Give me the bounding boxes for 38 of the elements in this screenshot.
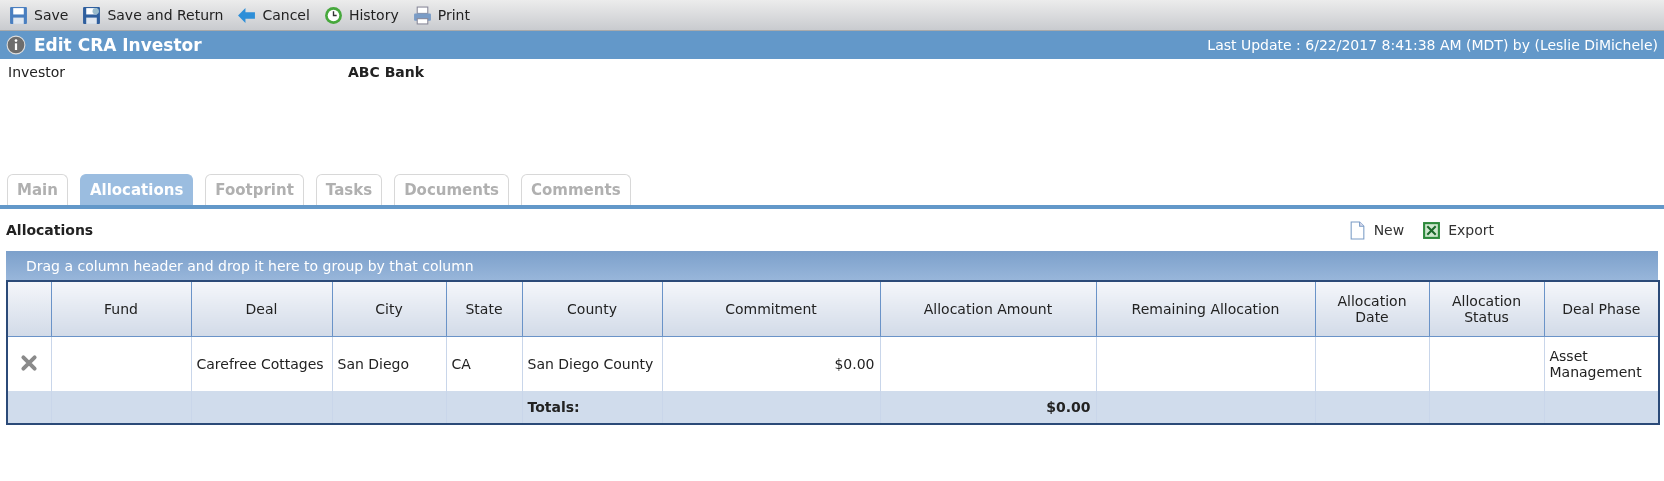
action-button[interactable]: Export [1418, 218, 1498, 242]
printer-icon [412, 5, 432, 25]
delete-icon[interactable] [20, 353, 39, 372]
clock-icon [323, 5, 343, 25]
spreadsheet-icon [1422, 220, 1442, 240]
column-header[interactable]: Remaining Allocation [1096, 281, 1315, 337]
page-title: Edit CRA Investor [34, 35, 202, 55]
table-cell: San Diego [332, 336, 446, 391]
column-header[interactable]: Commitment [662, 281, 880, 337]
total-cell: $0.00 [880, 391, 1096, 424]
toolbar-button[interactable]: History [318, 3, 404, 27]
header-cell [7, 281, 51, 337]
table-cell: Carefree Cottages [191, 336, 332, 391]
column-header[interactable]: County [522, 281, 662, 337]
field-label: Investor [8, 64, 66, 82]
action-button[interactable]: New [1343, 218, 1409, 242]
table-cell: Asset Management [1544, 336, 1659, 391]
column-header[interactable]: City [332, 281, 446, 337]
column-header[interactable]: State [446, 281, 522, 337]
info-icon [6, 35, 26, 55]
column-header[interactable]: Fund [51, 281, 191, 337]
group-hint: Drag a column header and drop it here to group by that column [26, 257, 474, 274]
section-title: Allocations [6, 222, 94, 238]
table-cell: $0.00 [662, 336, 880, 391]
column-header[interactable]: Deal [191, 281, 332, 337]
toolbar-button[interactable]: Save and Return [77, 3, 229, 27]
toolbar-button[interactable]: Cancel [232, 3, 315, 27]
total-cell: Totals: [522, 391, 662, 424]
table-cell: San Diego County [522, 336, 662, 391]
toolbar-button[interactable]: Print [407, 3, 475, 27]
column-header[interactable]: Allocation Status [1429, 281, 1544, 337]
column-header[interactable]: Allocation Amount [880, 281, 1096, 337]
table-cell: CA [446, 336, 522, 391]
column-header[interactable]: Allocation Date [1315, 281, 1429, 337]
last-update-text: Last Update : 6/22/2017 8:41:38 AM (MDT) by (Leslie DiMichele) [1207, 37, 1658, 53]
toolbar-button[interactable]: Save [4, 3, 74, 27]
column-header[interactable]: Deal Phase [1544, 281, 1659, 337]
field-value: ABC Bank [348, 64, 425, 82]
